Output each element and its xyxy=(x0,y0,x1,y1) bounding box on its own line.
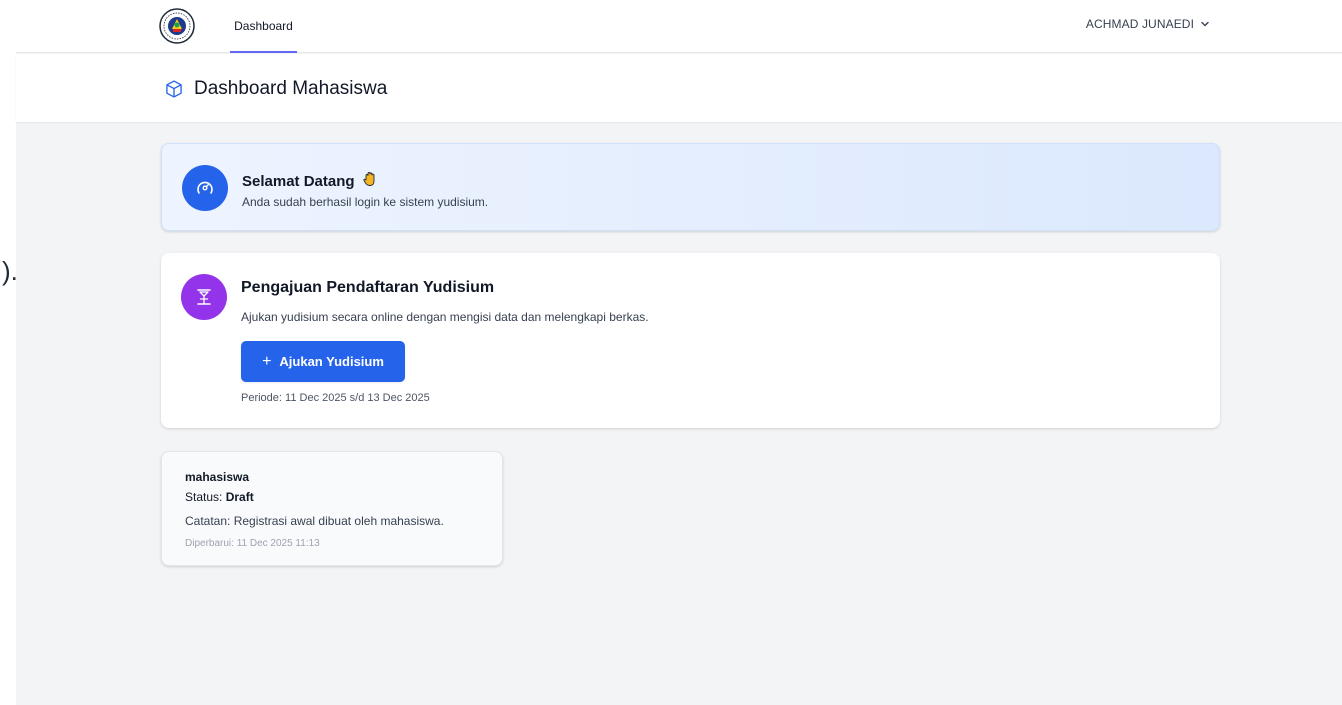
registration-title: Pengajuan Pendaftaran Yudisium xyxy=(241,279,495,296)
university-seal-icon[interactable] xyxy=(158,7,196,45)
left-margin: ). xyxy=(0,0,18,705)
registration-description: Ajukan yudisium secara online dengan men… xyxy=(241,310,649,324)
page-title: Dashboard Mahasiswa xyxy=(164,78,387,100)
status-note: Catatan: Registrasi awal dibuat oleh mah… xyxy=(185,514,444,528)
registration-card: Pengajuan Pendaftaran Yudisium Ajukan yu… xyxy=(161,253,1220,428)
status-updated: Diperbarui: 11 Dec 2025 11:13 xyxy=(185,538,320,549)
chevron-down-icon xyxy=(1201,21,1209,27)
page-title-text: Dashboard Mahasiswa xyxy=(194,78,388,99)
cube-icon xyxy=(166,80,182,98)
registration-period: Periode: 11 Dec 2025 s/d 13 Dec 2025 xyxy=(241,392,430,404)
status-line: Status: Draft xyxy=(185,490,254,504)
status-label: Status: xyxy=(185,490,226,504)
user-menu[interactable]: ACHMAD JUNAEDI xyxy=(1086,17,1210,31)
welcome-subtitle: Anda sudah berhasil login ke sistem yudi… xyxy=(242,195,489,209)
submit-yudisium-button[interactable]: + Ajukan Yudisium xyxy=(241,341,405,382)
welcome-title-text: Selamat Datang xyxy=(242,172,355,190)
welcome-card: Selamat Datang Anda sudah berhasil login… xyxy=(161,143,1220,231)
top-navbar: Dashboard ACHMAD JUNAEDI xyxy=(16,0,1342,53)
hourglass-icon xyxy=(181,274,227,320)
welcome-title: Selamat Datang xyxy=(242,170,379,192)
page-header: Dashboard Mahasiswa xyxy=(16,54,1342,122)
registration-status-card: mahasiswa Status: Draft Catatan: Registr… xyxy=(161,451,503,566)
app-frame: Dashboard ACHMAD JUNAEDI Dashboard Mahas… xyxy=(16,0,1342,705)
gauge-icon xyxy=(182,165,228,211)
user-name: ACHMAD JUNAEDI xyxy=(1085,17,1194,31)
status-role: mahasiswa xyxy=(185,470,250,484)
plus-icon: + xyxy=(262,352,272,370)
submit-yudisium-label: Ajukan Yudisium xyxy=(279,354,384,369)
waving-hand-icon xyxy=(361,170,379,192)
status-badge: Draft xyxy=(225,490,254,504)
tab-dashboard[interactable]: Dashboard xyxy=(230,0,297,53)
